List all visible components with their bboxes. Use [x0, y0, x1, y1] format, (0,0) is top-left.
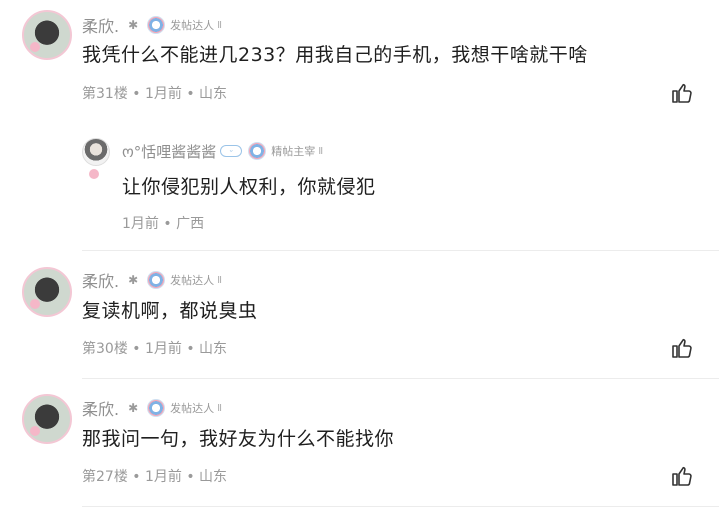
thumbs-up-icon[interactable]: [670, 464, 694, 488]
comment-text[interactable]: 我凭什么不能进几233？用我自己的手机，我想干啥就干啥: [82, 40, 588, 67]
badge-level: Ⅱ: [217, 402, 223, 414]
user-info: 柔欣. ✱ 发帖达人 Ⅱ: [82, 14, 222, 36]
spider-icon: ✱: [128, 401, 139, 415]
badge-icon: [248, 142, 267, 160]
user-info: 柔欣. ✱ 发帖达人 Ⅱ: [82, 269, 222, 291]
badge-level: Ⅱ: [217, 274, 223, 286]
badge-label: 发帖达人: [170, 19, 215, 32]
badge-level: Ⅱ: [217, 19, 223, 31]
badge-label: 发帖达人: [170, 402, 215, 415]
comment-meta: 1月前 • 广西: [122, 216, 205, 232]
user-info: ო°恬哩酱酱酱 ᵕ 精帖主宰 Ⅱ: [122, 140, 323, 162]
username[interactable]: 柔欣.: [82, 268, 119, 292]
username[interactable]: 柔欣.: [82, 13, 119, 37]
spider-icon: ✱: [128, 18, 139, 32]
decoration-icon: ᵕ: [220, 145, 243, 157]
comment-meta: 第27楼 • 1月前 • 山东: [82, 469, 228, 485]
divider: [82, 378, 719, 379]
comment-meta: 第30楼 • 1月前 • 山东: [82, 341, 228, 357]
avatar[interactable]: [22, 267, 72, 317]
badge-icon: [147, 16, 166, 34]
badge-icon: [147, 399, 166, 417]
badge-icon: [147, 271, 166, 289]
divider: [82, 506, 719, 507]
thumbs-up-icon[interactable]: [670, 336, 694, 360]
badge-level: Ⅱ: [318, 145, 324, 157]
avatar[interactable]: [22, 394, 72, 444]
badge-label: 精帖主宰: [271, 145, 316, 158]
comment-text[interactable]: 那我问一句，我好友为什么不能找你: [82, 424, 394, 451]
comment-text[interactable]: 让你侵犯别人权利，你就侵犯: [122, 172, 376, 199]
user-info: 柔欣. ✱ 发帖达人 Ⅱ: [82, 397, 222, 419]
avatar[interactable]: [22, 10, 72, 60]
divider: [82, 250, 719, 251]
thumbs-up-icon[interactable]: [670, 81, 694, 105]
comment-text[interactable]: 复读机啊，都说臭虫: [82, 296, 258, 323]
username[interactable]: 柔欣.: [82, 396, 119, 420]
username[interactable]: ო°恬哩酱酱酱: [122, 141, 216, 162]
spider-icon: ✱: [128, 273, 139, 287]
badge-label: 发帖达人: [170, 274, 215, 287]
comment-meta: 第31楼 • 1月前 • 山东: [82, 86, 228, 102]
avatar[interactable]: [82, 138, 110, 179]
